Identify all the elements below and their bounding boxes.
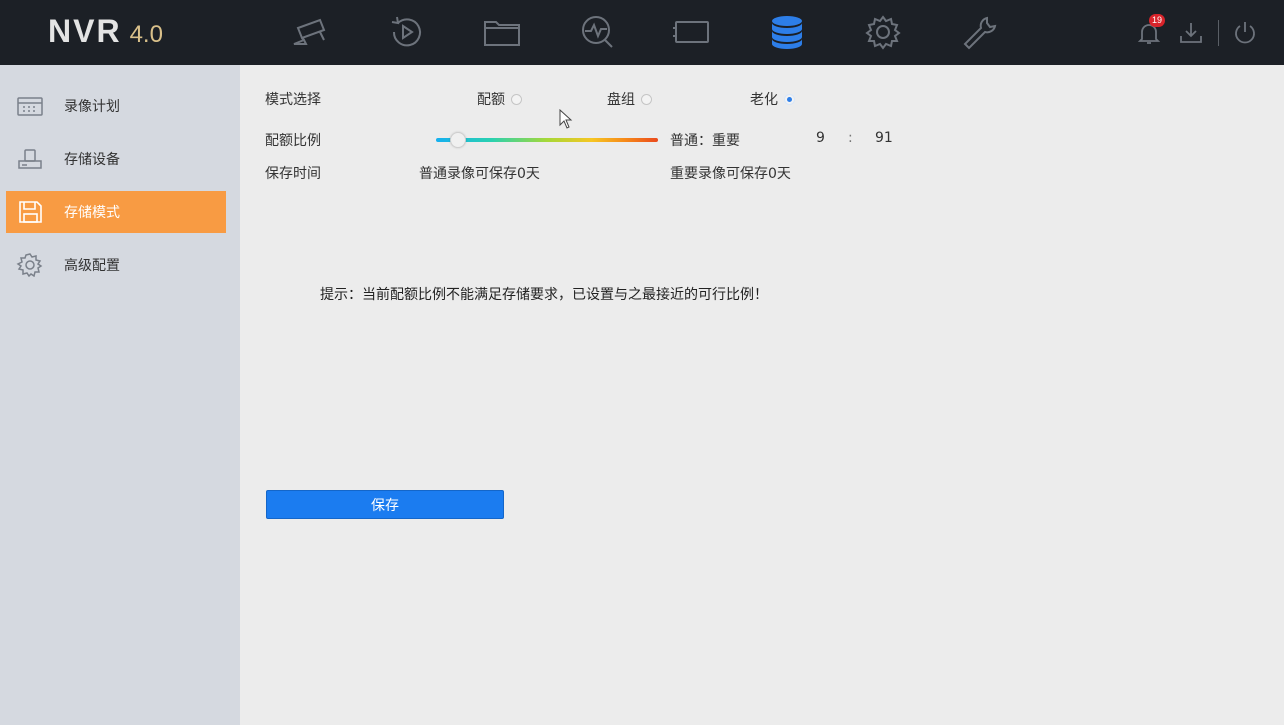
- wrench-icon: [963, 16, 997, 50]
- notification-badge: 19: [1149, 14, 1166, 27]
- logo: NVR 4.0: [48, 13, 163, 53]
- notification-button[interactable]: 19: [1134, 14, 1166, 48]
- sidebar-item-storage-mode[interactable]: 存储模式: [6, 191, 226, 233]
- download-icon: [1180, 23, 1202, 43]
- radio-disk-group[interactable]: 盘组: [607, 89, 652, 109]
- nav-display[interactable]: [669, 12, 715, 52]
- quota-ratio-slider[interactable]: [436, 131, 658, 149]
- ratio-normal-value: 9: [816, 130, 825, 146]
- sidebar-item-storage-device[interactable]: 存储设备: [6, 138, 226, 180]
- playback-icon: [391, 16, 421, 47]
- nav-live-view[interactable]: [287, 12, 333, 52]
- folder-icon: [484, 21, 520, 46]
- sidebar: 录像计划 存储设备 存储模式 高级配置: [0, 65, 240, 725]
- radio-quota[interactable]: 配额: [477, 89, 522, 109]
- important-save-duration: 重要录像可保存0天: [670, 166, 791, 182]
- quota-ratio-label: 配额比例: [265, 133, 321, 149]
- top-bar: NVR 4.0 19: [0, 0, 1284, 65]
- save-time-label: 保存时间: [265, 166, 321, 182]
- hint-message: 提示：当前配额比例不能满足存储要求，已设置与之最接近的可行比例！: [320, 287, 768, 303]
- ratio-important-value: 91: [875, 130, 893, 146]
- nav-maintenance[interactable]: [956, 12, 1002, 52]
- mode-select-label: 模式选择: [265, 92, 321, 108]
- nav-playback[interactable]: [383, 12, 429, 52]
- slider-thumb[interactable]: [450, 132, 466, 148]
- download-button[interactable]: [1176, 18, 1206, 48]
- calendar-icon: [12, 93, 48, 119]
- nav-settings[interactable]: [860, 12, 906, 52]
- save-button[interactable]: 保存: [266, 490, 504, 519]
- nav-analytics[interactable]: [574, 12, 620, 52]
- mouse-cursor-icon: [559, 109, 573, 129]
- radio-label: 盘组: [607, 92, 635, 108]
- save-disk-icon: [12, 199, 48, 225]
- radio-circle[interactable]: [511, 93, 522, 105]
- analytics-icon: [582, 16, 613, 48]
- radio-label: 配额: [477, 92, 505, 108]
- storage-icon: [772, 16, 802, 49]
- sidebar-item-label: 存储设备: [64, 152, 120, 168]
- sidebar-item-label: 录像计划: [64, 99, 120, 115]
- camera-icon: [293, 18, 326, 45]
- gear-icon: [12, 252, 48, 278]
- logo-version: 4.0: [129, 21, 163, 48]
- normal-save-duration: 普通录像可保存0天: [419, 166, 540, 182]
- nav-storage[interactable]: [764, 12, 810, 52]
- power-button[interactable]: [1230, 18, 1260, 48]
- sidebar-item-label: 高级配置: [64, 258, 120, 274]
- hdd-icon: [12, 146, 48, 172]
- toolbar-divider: [1218, 20, 1219, 46]
- ratio-separator: :: [848, 130, 853, 146]
- logo-text: NVR: [48, 13, 122, 49]
- slider-track: [436, 138, 658, 142]
- power-icon: [1235, 22, 1255, 44]
- ratio-type-label: 普通：重要: [670, 133, 740, 149]
- nav-files[interactable]: [479, 12, 525, 52]
- display-icon: [673, 21, 709, 43]
- radio-label: 老化: [750, 92, 778, 108]
- radio-aging[interactable]: 老化: [750, 89, 795, 109]
- sidebar-item-record-schedule[interactable]: 录像计划: [6, 85, 226, 127]
- sidebar-item-advanced-config[interactable]: 高级配置: [6, 244, 226, 286]
- radio-circle-checked[interactable]: [784, 93, 795, 105]
- gear-icon: [865, 15, 901, 50]
- sidebar-item-label: 存储模式: [64, 205, 120, 221]
- radio-circle[interactable]: [641, 93, 652, 105]
